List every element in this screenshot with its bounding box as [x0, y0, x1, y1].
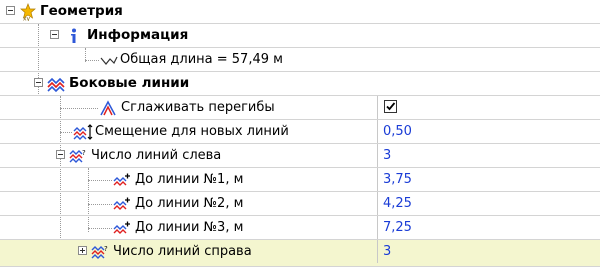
line-distance-icon: [113, 219, 131, 237]
value-column-divider: [377, 216, 378, 239]
tree-row-label: До линии №1, м: [135, 172, 244, 187]
value-column-divider: [377, 96, 378, 119]
info-icon: [65, 27, 83, 45]
tree-row-line-3[interactable]: До линии №3, м 7,25: [0, 216, 600, 240]
polyline-length-icon: [100, 51, 118, 69]
svg-text:?: ?: [104, 245, 108, 253]
property-tree: xy Геометрия Информация Общая длина = 57…: [0, 0, 600, 267]
collapse-toggle[interactable]: [34, 78, 43, 87]
tree-row-label: Информация: [87, 27, 189, 43]
tree-row-smooth-bends[interactable]: Сглаживать перегибы: [0, 96, 600, 120]
line-3-value[interactable]: 7,25: [383, 216, 412, 239]
tree-row-label: Число линий справа: [113, 244, 252, 259]
lines-left-icon: ?: [69, 147, 87, 165]
tree-row-label: До линии №2, м: [135, 196, 244, 211]
tree-row-label: Общая длина = 57,49 м: [120, 52, 283, 67]
offset-lines-icon: [73, 123, 93, 141]
collapse-toggle[interactable]: [50, 30, 59, 39]
tree-row-info[interactable]: Информация: [0, 24, 600, 48]
value-column-divider: [377, 168, 378, 191]
smooth-bends-icon: [99, 99, 117, 117]
collapse-toggle[interactable]: [56, 150, 65, 159]
expand-toggle[interactable]: [78, 246, 87, 255]
tree-row-label: До линии №3, м: [135, 220, 244, 235]
lines-right-value[interactable]: 3: [383, 240, 391, 263]
tree-row-offset-new-lines[interactable]: Смещение для новых линий 0,50: [0, 120, 600, 144]
tree-row-lines-left[interactable]: ? Число линий слева 3: [0, 144, 600, 168]
lines-right-icon: ?: [91, 243, 109, 261]
tree-row-total-length[interactable]: Общая длина = 57,49 м: [0, 48, 600, 72]
geometry-xy-icon: xy: [19, 3, 37, 23]
line-1-value[interactable]: 3,75: [383, 168, 412, 191]
smooth-bends-checkbox[interactable]: [384, 100, 397, 113]
tree-row-side-lines[interactable]: Боковые линии: [0, 72, 600, 96]
svg-text:xy: xy: [23, 16, 31, 22]
value-column-divider: [377, 120, 378, 143]
side-lines-icon: [47, 75, 65, 93]
tree-row-line-1[interactable]: До линии №1, м 3,75: [0, 168, 600, 192]
tree-row-label: Смещение для новых линий: [95, 124, 289, 139]
line-distance-icon: [113, 171, 131, 189]
value-column-divider: [377, 192, 378, 215]
tree-row-lines-right[interactable]: ? Число линий справа 3: [0, 240, 600, 267]
tree-row-label: Число линий слева: [91, 148, 222, 163]
tree-row-label: Сглаживать перегибы: [121, 100, 275, 115]
svg-text:?: ?: [82, 149, 86, 157]
tree-row-label: Геометрия: [40, 3, 123, 19]
line-2-value[interactable]: 4,25: [383, 192, 412, 215]
value-column-divider: [377, 144, 378, 167]
value-column-divider: [377, 240, 378, 263]
tree-row-line-2[interactable]: До линии №2, м 4,25: [0, 192, 600, 216]
offset-new-lines-value[interactable]: 0,50: [383, 120, 412, 143]
collapse-toggle[interactable]: [6, 6, 15, 15]
line-distance-icon: [113, 195, 131, 213]
tree-row-geometry[interactable]: xy Геометрия: [0, 0, 600, 24]
tree-row-label: Боковые линии: [69, 75, 190, 91]
lines-left-value[interactable]: 3: [383, 144, 391, 167]
